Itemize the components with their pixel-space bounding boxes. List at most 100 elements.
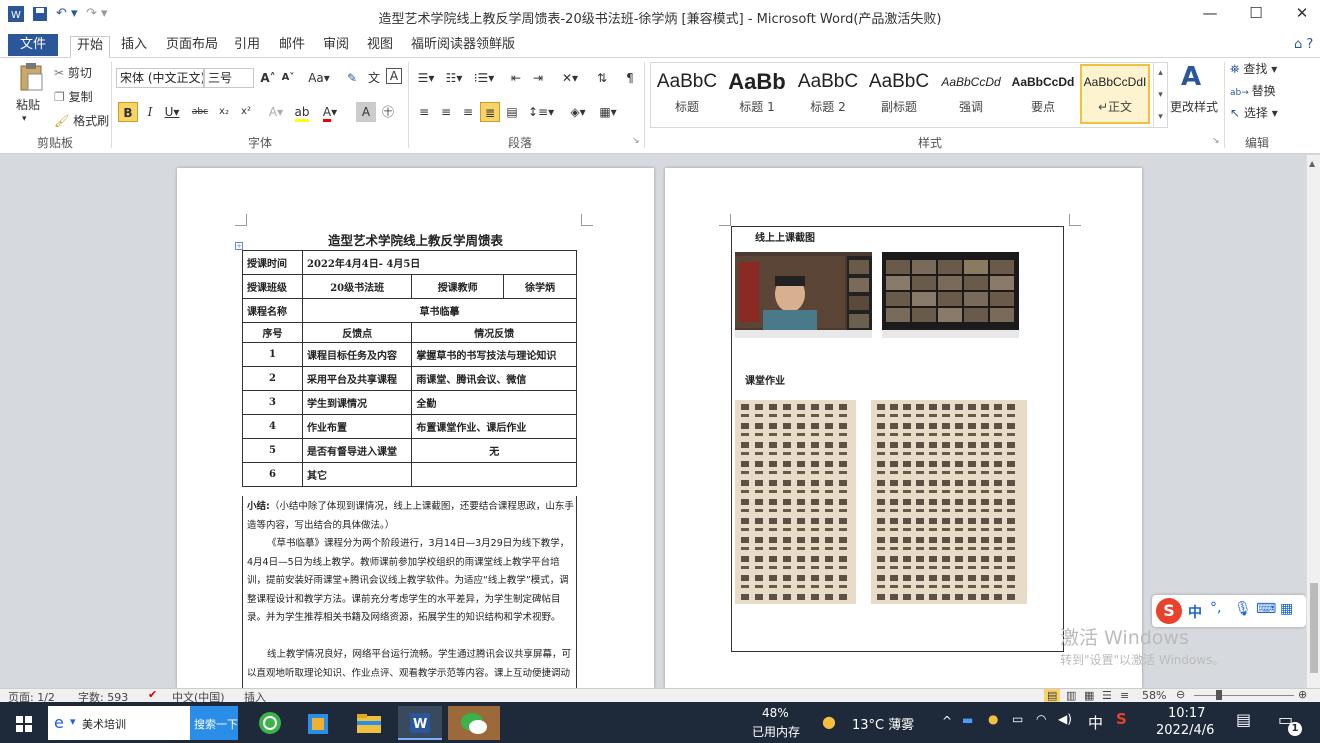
- punctuation-icon[interactable]: °,: [1210, 600, 1221, 616]
- ime-tray-label[interactable]: 中: [1088, 712, 1103, 733]
- replace-button[interactable]: ab→ 替换: [1230, 82, 1276, 99]
- bold-button[interactable]: B: [118, 102, 138, 122]
- clear-format-icon[interactable]: ✎: [342, 68, 362, 88]
- align-left-icon[interactable]: ≡: [414, 102, 434, 122]
- help-icon[interactable]: ⌂ ?: [1288, 36, 1319, 58]
- scroll-up-icon[interactable]: ▲: [1309, 159, 1319, 169]
- align-center-icon[interactable]: ≡: [436, 102, 456, 122]
- document-page-2[interactable]: 线上上课截图 课堂作业: [665, 168, 1142, 688]
- maximize-button[interactable]: ☐: [1236, 4, 1276, 28]
- styles-scroll-icon[interactable]: ▴ ▾ ▾: [1153, 62, 1167, 128]
- ime-toolbar[interactable]: S 中 °, 🎙 ⌨ ▦: [1152, 595, 1306, 627]
- paragraph-launcher-icon[interactable]: ↘: [632, 136, 640, 146]
- tab-foxit[interactable]: 福昕阅读器领鲜版: [405, 36, 521, 58]
- format-painter-button[interactable]: 🖌 格式刷: [54, 112, 109, 129]
- text-effects-icon[interactable]: A▾: [266, 102, 286, 122]
- zoom-slider[interactable]: [1194, 695, 1294, 696]
- font-name-combo[interactable]: 宋体 (中文正文): [116, 68, 204, 88]
- style-title[interactable]: AaBbC 标题: [652, 66, 722, 124]
- copy-button[interactable]: ❐ 复制: [54, 88, 93, 105]
- styles-launcher-icon[interactable]: ↘: [1212, 136, 1220, 146]
- font-size-combo[interactable]: 三号: [204, 68, 254, 88]
- subscript-button[interactable]: x₂: [214, 102, 234, 122]
- tab-view[interactable]: 视图: [361, 36, 399, 58]
- wechat-icon[interactable]: [448, 706, 500, 740]
- find-button[interactable]: ⛯ 查找 ▾: [1230, 60, 1277, 77]
- weather-text[interactable]: 13°C 薄雾: [852, 714, 914, 733]
- zoom-level[interactable]: 58%: [1142, 689, 1166, 702]
- tab-mailings[interactable]: 邮件: [273, 36, 311, 58]
- phonetic-guide-icon[interactable]: 文: [364, 68, 384, 88]
- sogou-tray-icon[interactable]: S: [1116, 710, 1127, 728]
- scroll-thumb[interactable]: [1310, 583, 1318, 673]
- line-spacing-icon[interactable]: ↕≡▾: [528, 102, 554, 122]
- style-subtitle[interactable]: AaBbC 副标题: [864, 66, 934, 124]
- increase-indent-icon[interactable]: ⇥: [528, 68, 548, 88]
- numbering-icon[interactable]: ☷▾: [442, 68, 466, 88]
- tab-insert[interactable]: 插入: [115, 36, 153, 58]
- app-tray-icon[interactable]: ●: [988, 712, 998, 726]
- close-button[interactable]: ✕: [1282, 4, 1320, 28]
- tab-file[interactable]: 文件: [8, 34, 59, 56]
- tab-home[interactable]: 开始: [70, 36, 111, 58]
- shading-icon[interactable]: ◈▾: [566, 102, 590, 122]
- underline-button[interactable]: U▾: [162, 102, 182, 122]
- grow-font-icon[interactable]: A˄: [258, 68, 278, 88]
- file-explorer-icon[interactable]: [354, 706, 384, 740]
- web-layout-icon[interactable]: ▦: [1084, 689, 1094, 702]
- change-styles-button[interactable]: 更改样式: [1170, 98, 1218, 115]
- proofing-icon[interactable]: ✔: [148, 688, 157, 701]
- minimize-button[interactable]: —: [1190, 4, 1230, 28]
- italic-button[interactable]: I: [140, 102, 160, 122]
- sogou-logo-icon[interactable]: S: [1156, 598, 1182, 624]
- superscript-button[interactable]: x²: [236, 102, 256, 122]
- style-strong[interactable]: AaBbCcDd 要点: [1008, 66, 1078, 124]
- enclose-char-icon[interactable]: ㊉: [378, 102, 398, 122]
- style-heading-1[interactable]: AaBb 标题 1: [722, 66, 792, 124]
- app-360-icon[interactable]: [256, 706, 284, 740]
- search-button[interactable]: 搜索一下: [190, 706, 238, 740]
- show-marks-icon[interactable]: ¶: [620, 68, 640, 88]
- distribute-icon[interactable]: ▤: [502, 102, 522, 122]
- chinese-layout-icon[interactable]: ✕▾: [558, 68, 582, 88]
- network-tray-icon[interactable]: ◠: [1036, 712, 1046, 726]
- char-shading-icon[interactable]: A: [356, 102, 376, 122]
- multilevel-list-icon[interactable]: ⁝☰▾: [470, 68, 498, 88]
- vertical-scrollbar[interactable]: ▲: [1306, 155, 1320, 688]
- browser-search-box[interactable]: e ▾ 美术培训: [48, 706, 190, 740]
- shrink-font-icon[interactable]: A˅: [278, 68, 298, 88]
- change-case-icon[interactable]: Aa▾: [306, 68, 332, 88]
- char-border-icon[interactable]: A: [386, 68, 402, 84]
- microphone-icon[interactable]: 🎙: [1234, 601, 1252, 617]
- tray-expand-icon[interactable]: ^: [942, 714, 952, 728]
- zoom-out-icon[interactable]: ⊖: [1176, 688, 1185, 701]
- tab-review[interactable]: 审阅: [317, 36, 355, 58]
- weather-icon[interactable]: ●: [822, 712, 836, 731]
- tab-references[interactable]: 引用: [228, 36, 266, 58]
- paste-dropdown-icon[interactable]: ▾: [22, 114, 27, 124]
- style-normal[interactable]: AaBbCcDdI ↵正文: [1080, 64, 1150, 124]
- battery-tray-icon[interactable]: ▭: [1012, 712, 1023, 726]
- change-styles-icon[interactable]: A: [1176, 62, 1206, 92]
- print-layout-icon[interactable]: ▤: [1044, 689, 1061, 702]
- windows-start-icon[interactable]: [10, 706, 38, 740]
- document-page-1[interactable]: + 造型艺术学院线上教反学周馈表 授课时间 2022年4月4日- 4月5日 授课…: [177, 168, 654, 688]
- strikethrough-button[interactable]: abc: [190, 102, 210, 122]
- font-color-icon[interactable]: A▾: [320, 102, 340, 122]
- word-taskbar-icon[interactable]: W: [398, 706, 442, 740]
- toolbox-icon[interactable]: ▦: [1280, 601, 1293, 617]
- select-button[interactable]: ↖ 选择 ▾: [1230, 104, 1278, 121]
- keyboard-icon[interactable]: ⌨: [1256, 601, 1276, 617]
- borders-icon[interactable]: ▦▾: [596, 102, 620, 122]
- sort-icon[interactable]: ⇅: [592, 68, 612, 88]
- file-transfer-icon[interactable]: [304, 706, 332, 740]
- paste-icon[interactable]: [18, 62, 44, 92]
- style-heading-2[interactable]: AaBbC 标题 2: [793, 66, 863, 124]
- style-emphasis[interactable]: AaBbCcDd 强调: [936, 66, 1006, 124]
- zoom-slider-thumb[interactable]: [1216, 690, 1222, 700]
- volume-tray-icon[interactable]: ◀): [1058, 712, 1072, 726]
- ime-mode-icon[interactable]: 中: [1188, 602, 1202, 622]
- clock-time[interactable]: 10:17: [1168, 706, 1205, 721]
- justify-icon[interactable]: ≣: [480, 102, 500, 122]
- clock-date[interactable]: 2022/4/6: [1156, 723, 1214, 738]
